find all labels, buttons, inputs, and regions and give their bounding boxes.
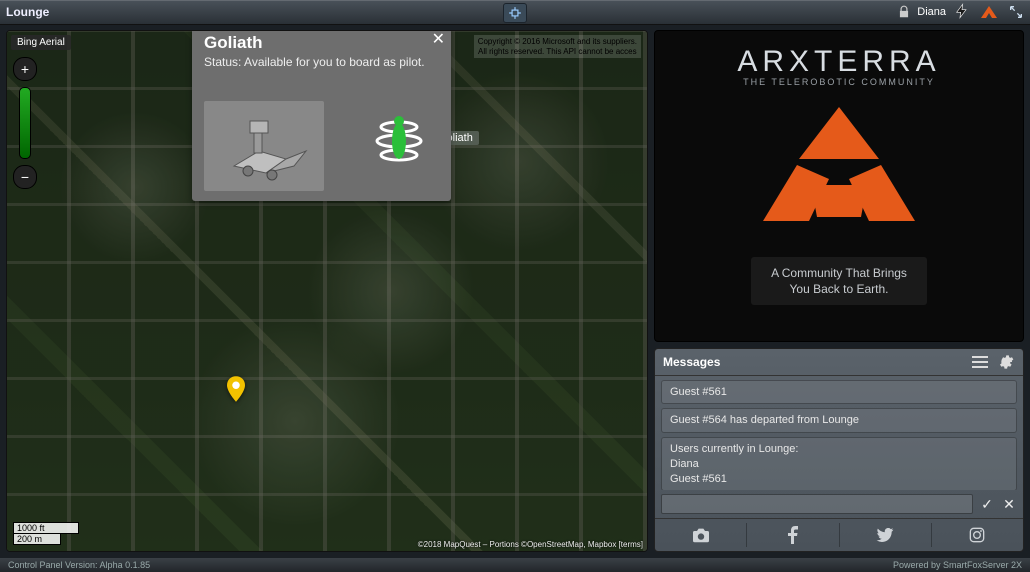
brand-subtitle: THE TELEROBOTIC COMMUNITY [743, 77, 935, 87]
signal-available-icon [369, 111, 429, 171]
instagram-button[interactable] [931, 523, 1023, 547]
room-title: Lounge [6, 5, 49, 19]
fullscreen-icon[interactable] [1008, 4, 1024, 20]
social-row [655, 518, 1023, 551]
arxterra-mini-logo-icon[interactable] [978, 5, 1000, 19]
facebook-button[interactable] [746, 523, 838, 547]
user-marker-icon[interactable] [227, 376, 245, 402]
camera-button[interactable] [655, 523, 746, 547]
messages-body: Guest #561 Guest #564 has departed from … [655, 376, 1023, 490]
messages-menu-icon[interactable] [971, 353, 989, 371]
messages-settings-icon[interactable] [997, 353, 1015, 371]
map-copyright: Copyright © 2016 Microsoft and its suppl… [474, 35, 641, 58]
main-area: Bing Aerial + − bing Copyright © 2016 Mi… [0, 24, 1030, 558]
popup-status: Status: Available for you to board as pi… [204, 55, 439, 70]
brand-title: ARXTERRA [737, 45, 940, 79]
scale-metric: 200 m [13, 533, 61, 545]
message-input[interactable] [661, 494, 973, 514]
message-item: Users currently in Lounge: Diana Guest #… [661, 437, 1017, 490]
locate-button[interactable] [503, 3, 527, 23]
message-item: Guest #564 has departed from Lounge [661, 408, 1017, 433]
username-label: Diana [917, 6, 946, 18]
zoom-in-button[interactable]: + [13, 57, 37, 81]
robot-thumbnail [204, 101, 324, 191]
zoom-out-button[interactable]: − [13, 165, 37, 189]
messages-title: Messages [663, 355, 720, 369]
scale-bar: 1000 ft 200 m [13, 523, 79, 545]
bolt-icon[interactable] [954, 3, 972, 21]
robot-popup: ✕ Goliath Status: Available for you to b… [192, 30, 451, 201]
zoom-controls: + − [13, 57, 37, 189]
send-confirm-icon[interactable]: ✓ [979, 496, 995, 512]
right-pane: ARXTERRA THE TELEROBOTIC COMMUNITY A Com… [654, 30, 1024, 552]
map-provider-label[interactable]: Bing Aerial [11, 35, 71, 50]
lock-icon[interactable] [897, 5, 911, 19]
popup-title: Goliath [204, 33, 439, 53]
message-item: Guest #561 [661, 380, 1017, 404]
send-cancel-icon[interactable]: ✕ [1001, 496, 1017, 512]
powered-by-label: Powered by SmartFoxServer 2X [893, 560, 1022, 570]
map-pane[interactable]: Bing Aerial + − bing Copyright © 2016 Mi… [6, 30, 648, 552]
messages-header: Messages [655, 349, 1023, 376]
bottom-bar: Control Panel Version: Alpha 0.1.85 Powe… [0, 558, 1030, 572]
popup-close-icon[interactable]: ✕ [432, 30, 445, 49]
twitter-button[interactable] [839, 523, 931, 547]
brand-logo-icon [739, 99, 939, 249]
zoom-slider[interactable] [19, 87, 31, 159]
brand-card: ARXTERRA THE TELEROBOTIC COMMUNITY A Com… [654, 30, 1024, 342]
top-bar: Lounge Diana [0, 0, 1030, 25]
message-input-row: ✓ ✕ [655, 490, 1023, 518]
messages-panel: Messages Guest #561 Guest #564 has depar… [654, 348, 1024, 552]
map-attribution: ©2018 MapQuest – Portions ©OpenStreetMap… [418, 540, 643, 549]
version-label: Control Panel Version: Alpha 0.1.85 [8, 560, 150, 570]
brand-tagline: A Community That Brings You Back to Eart… [751, 257, 927, 305]
